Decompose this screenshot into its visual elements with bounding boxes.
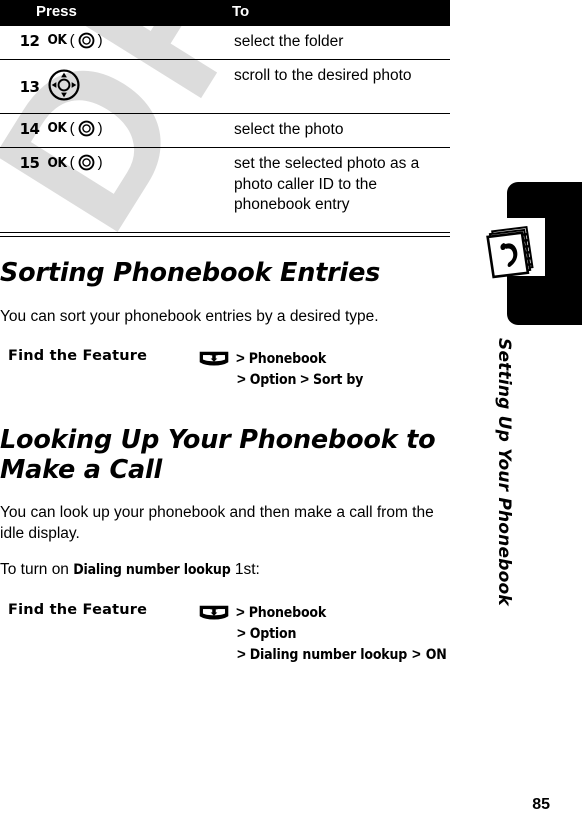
ok-circle-icon (78, 32, 95, 49)
path-separator: > (300, 371, 310, 388)
menu-path-line: > Option (199, 623, 447, 644)
path-separator: > (237, 646, 246, 663)
paren-close: ) (97, 154, 103, 172)
table-bottom-rule (0, 232, 450, 237)
turn-on-prefix: To turn on (0, 561, 74, 578)
table-row: 12 OK ( ) select the folder (0, 26, 450, 60)
step-number: 13 (19, 77, 40, 96)
section-heading-looking-up: Looking Up Your Phonebook to Make a Call (0, 425, 436, 486)
menu-key-icon (199, 351, 229, 366)
menu-item-phonebook: Phonebook (248, 604, 327, 621)
menu-item-phonebook: Phonebook (248, 350, 327, 367)
menu-key-icon (199, 605, 229, 620)
column-header-press: Press (0, 0, 232, 26)
section-heading-sorting: Sorting Phonebook Entries (0, 258, 381, 288)
path-separator: > (412, 646, 421, 663)
manual-page: DRAFT Press To 12 OK ( (0, 0, 582, 836)
section-body-turn-on: To turn on Dialing number lookup 1st: (0, 560, 462, 581)
step-press-action: OK ( ) (45, 148, 232, 223)
keyword-dialing-number-lookup: Dialing number lookup (73, 562, 231, 578)
table-row: 14 OK ( ) select the photo (0, 113, 450, 148)
paren-open: ( (69, 119, 75, 137)
procedure-table: Press To 12 OK () select the folder 13 … (0, 0, 450, 223)
paren-close: ) (97, 31, 103, 49)
turn-on-suffix: 1st: (230, 561, 260, 578)
column-header-to: To (232, 0, 450, 26)
section-body-sorting: You can sort your phonebook entries by a… (0, 308, 379, 325)
menu-path-line: > Phonebook (199, 602, 447, 623)
table-row: 15 OK ( ) set the selected photo as a ph… (0, 148, 450, 223)
find-the-feature-path: > Phonebook > Option > Dialing number lo… (199, 602, 447, 665)
table-row: 13 scroll to the desired photo (0, 59, 450, 114)
menu-item-on: ON (425, 646, 447, 663)
menu-path-line: > Phonebook (199, 348, 363, 369)
softkey-label: OK (47, 120, 67, 137)
navigation-key-icon (47, 68, 81, 102)
paren-close: ) (97, 119, 103, 137)
ok-circle-icon (78, 154, 95, 171)
find-the-feature-label: Find the Feature (8, 602, 148, 618)
softkey-label: OK (47, 154, 67, 171)
find-the-feature-label: Find the Feature (8, 348, 148, 364)
step-description: select the folder (234, 32, 344, 50)
step-description: set the selected photo as a photo caller… (234, 155, 420, 214)
menu-path-line: > Option > Sort by (199, 369, 363, 390)
path-separator: > (236, 604, 245, 621)
ok-circle-icon (78, 120, 95, 137)
path-separator: > (237, 371, 246, 388)
step-number: 12 (19, 31, 40, 50)
section-body-looking-up: You can look up your phonebook and then … (0, 504, 434, 542)
table-header-row: Press To (0, 0, 450, 26)
step-press-action: OK ( ) (45, 26, 232, 60)
menu-item-option: Option (249, 625, 297, 642)
paren-open: ( (69, 154, 75, 172)
step-description: select the photo (234, 120, 344, 138)
menu-item-dialing-number-lookup: Dialing number lookup (249, 646, 408, 663)
softkey-label: OK (47, 32, 67, 48)
step-press-action: OK ( ) (45, 113, 232, 147)
path-separator: > (237, 625, 246, 642)
menu-item-option: Option (249, 371, 297, 388)
step-description: scroll to the desired photo (234, 66, 412, 84)
page-number: 85 (532, 796, 550, 813)
menu-item-sort-by: Sort by (313, 371, 364, 388)
path-separator: > (236, 350, 245, 367)
step-press-action (45, 59, 232, 113)
find-the-feature-path: > Phonebook > Option > Sort by (199, 348, 363, 390)
step-number: 14 (19, 119, 40, 138)
phonebook-icon (482, 216, 544, 280)
step-number: 15 (19, 154, 40, 173)
chapter-title-vertical: Setting Up Your Phonebook (494, 338, 514, 606)
menu-path-line: > Dialing number lookup > ON (199, 644, 447, 665)
paren-open: ( (69, 31, 75, 49)
